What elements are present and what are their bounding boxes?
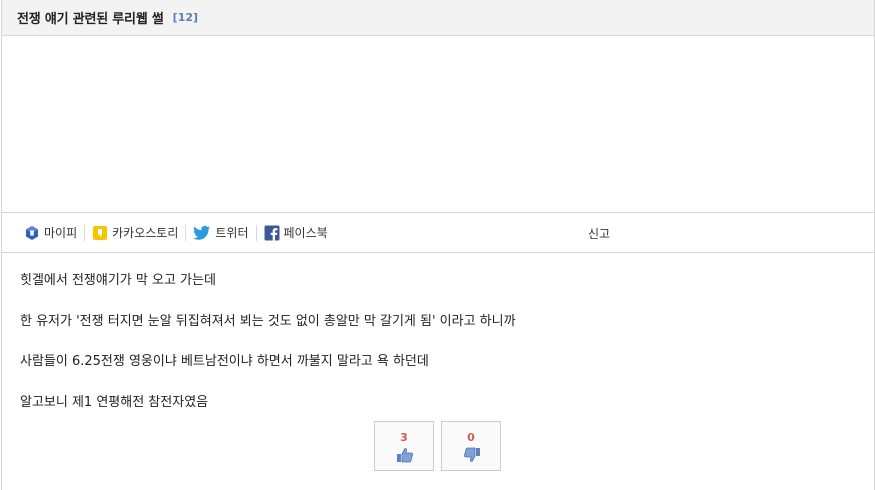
share-mypi[interactable]: 마이피 — [24, 223, 84, 243]
dislike-count: 0 — [467, 431, 475, 444]
comment-count[interactable]: [12] — [173, 11, 198, 24]
post-text-line: 사람들이 6.25전쟁 영웅이냐 베트남전이냐 하면서 까불지 말라고 욕 하던… — [20, 354, 429, 369]
twitter-icon — [193, 225, 211, 241]
dislike-button[interactable]: 0 — [441, 421, 501, 471]
thumbs-down-icon — [463, 447, 481, 463]
thumbs-up-icon — [396, 447, 414, 463]
share-kakaostory-label: 카카오스토리 — [112, 226, 179, 240]
share-facebook-label: 페이스북 — [283, 226, 328, 240]
post-header: 전쟁 얘기 관련된 루리웹 썰 [12] — [2, 0, 874, 36]
post-text-line: 한 유저가 '전쟁 터지면 눈알 뒤집혀져서 뵈는 것도 없이 총알만 막 갈기… — [20, 314, 516, 329]
post-media-area — [2, 36, 874, 213]
share-divider — [84, 224, 86, 241]
share-twitter[interactable]: 트위터 — [193, 223, 255, 243]
share-divider — [255, 224, 257, 241]
post-container: 전쟁 얘기 관련된 루리웹 썰 [12] 마이피 카카오스토리 트위터 페이스북… — [1, 0, 875, 490]
share-facebook[interactable]: 페이스북 — [264, 223, 335, 243]
kakaostory-icon — [92, 225, 108, 241]
like-button[interactable]: 3 — [374, 421, 434, 471]
share-kakaostory[interactable]: 카카오스토리 — [92, 223, 185, 243]
post-text-line: 알고보니 제1 연평해전 참전자였음 — [20, 395, 209, 410]
share-divider — [185, 224, 187, 241]
share-mypi-label: 마이피 — [44, 226, 78, 240]
share-bar: 마이피 카카오스토리 트위터 페이스북 신고 — [2, 213, 874, 253]
like-count: 3 — [400, 431, 408, 444]
post-text-line: 힛겔에서 전쟁얘기가 막 오고 가는데 — [20, 273, 216, 288]
facebook-icon — [264, 225, 280, 241]
mypi-icon — [24, 225, 40, 241]
report-button[interactable]: 신고 — [588, 225, 610, 242]
post-title: 전쟁 얘기 관련된 루리웹 썰 — [17, 12, 164, 27]
post-body: 힛겔에서 전쟁얘기가 막 오고 가는데 한 유저가 '전쟁 터지면 눈알 뒤집혀… — [2, 253, 874, 490]
share-twitter-label: 트위터 — [215, 226, 249, 240]
